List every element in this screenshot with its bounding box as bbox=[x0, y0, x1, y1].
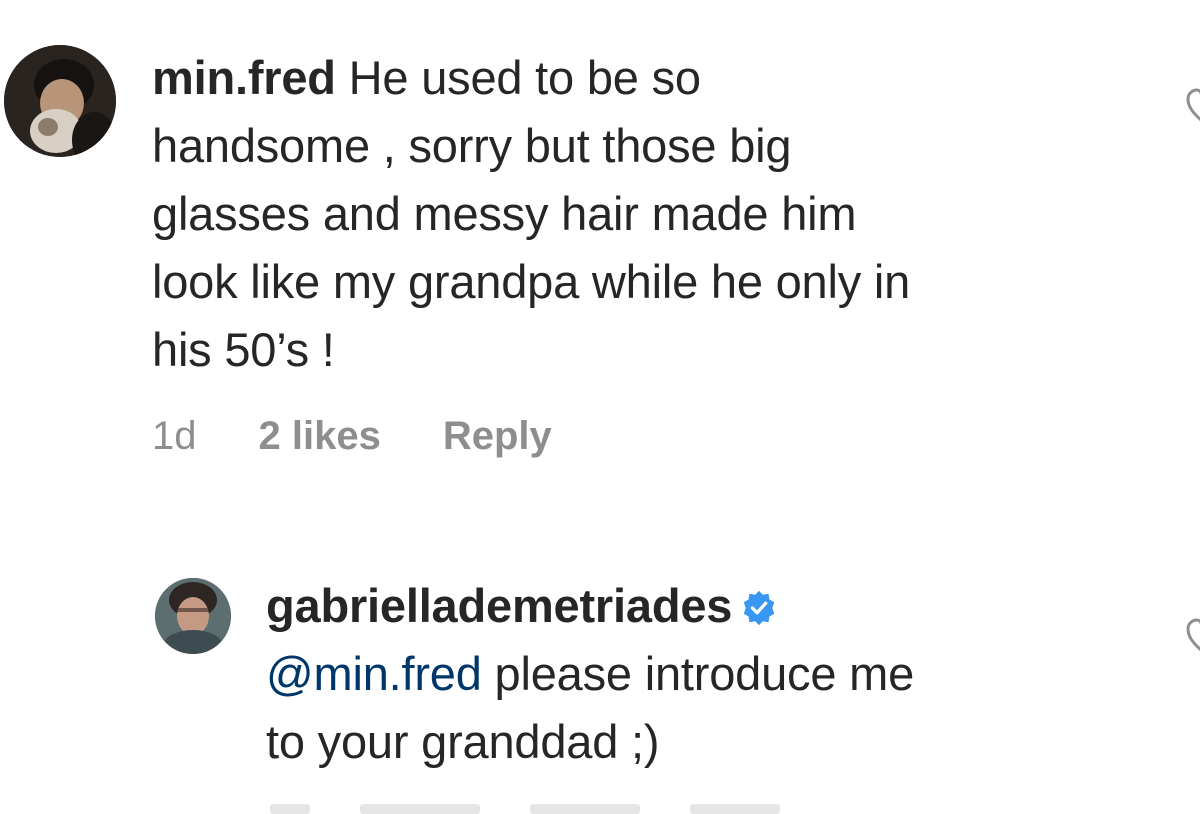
comment-body: min.fred He used to be so handsome , sor… bbox=[152, 44, 1152, 384]
avatar[interactable] bbox=[155, 578, 231, 654]
comment-line: @min.fred please introduce me bbox=[266, 640, 1166, 708]
comment-text: He used to be so bbox=[348, 51, 701, 104]
reply-button[interactable]: Reply bbox=[443, 414, 552, 459]
comment-line: glasses and messy hair made him bbox=[152, 187, 857, 240]
comment-body: gabriellademetriades @min.fred please in… bbox=[266, 572, 1166, 776]
user-avatar-icon bbox=[155, 578, 231, 654]
comment-line: his 50’s ! bbox=[152, 323, 335, 376]
username-link[interactable]: gabriellademetriades bbox=[266, 579, 732, 632]
comment-line: min.fred He used to be so bbox=[152, 44, 1152, 112]
user-avatar-icon bbox=[4, 45, 116, 157]
reply-comment-gabriellademetriades: gabriellademetriades @min.fred please in… bbox=[0, 480, 1200, 810]
heart-outline-icon[interactable] bbox=[1186, 618, 1200, 654]
avatar[interactable] bbox=[4, 45, 116, 157]
comment-text: please introduce me bbox=[481, 647, 915, 700]
timestamp: 1d bbox=[152, 414, 197, 458]
mention-link[interactable]: @min.fred bbox=[266, 647, 482, 700]
comment-meta: 1d 2 likes Reply bbox=[152, 414, 552, 459]
comment-line: look like my grandpa while he only in bbox=[152, 255, 911, 308]
comment-line: handsome , sorry but those big bbox=[152, 119, 792, 172]
comment-min-fred: min.fred He used to be so handsome , sor… bbox=[0, 0, 1200, 480]
comment-line: to your granddad ;) bbox=[266, 715, 660, 768]
verified-badge-icon bbox=[744, 590, 775, 626]
likes-count[interactable]: 2 likes bbox=[259, 414, 381, 459]
cropped-meta-row bbox=[270, 804, 780, 814]
comment-line: gabriellademetriades bbox=[266, 572, 1166, 640]
heart-outline-icon[interactable] bbox=[1186, 88, 1200, 124]
username-link[interactable]: min.fred bbox=[152, 51, 336, 104]
